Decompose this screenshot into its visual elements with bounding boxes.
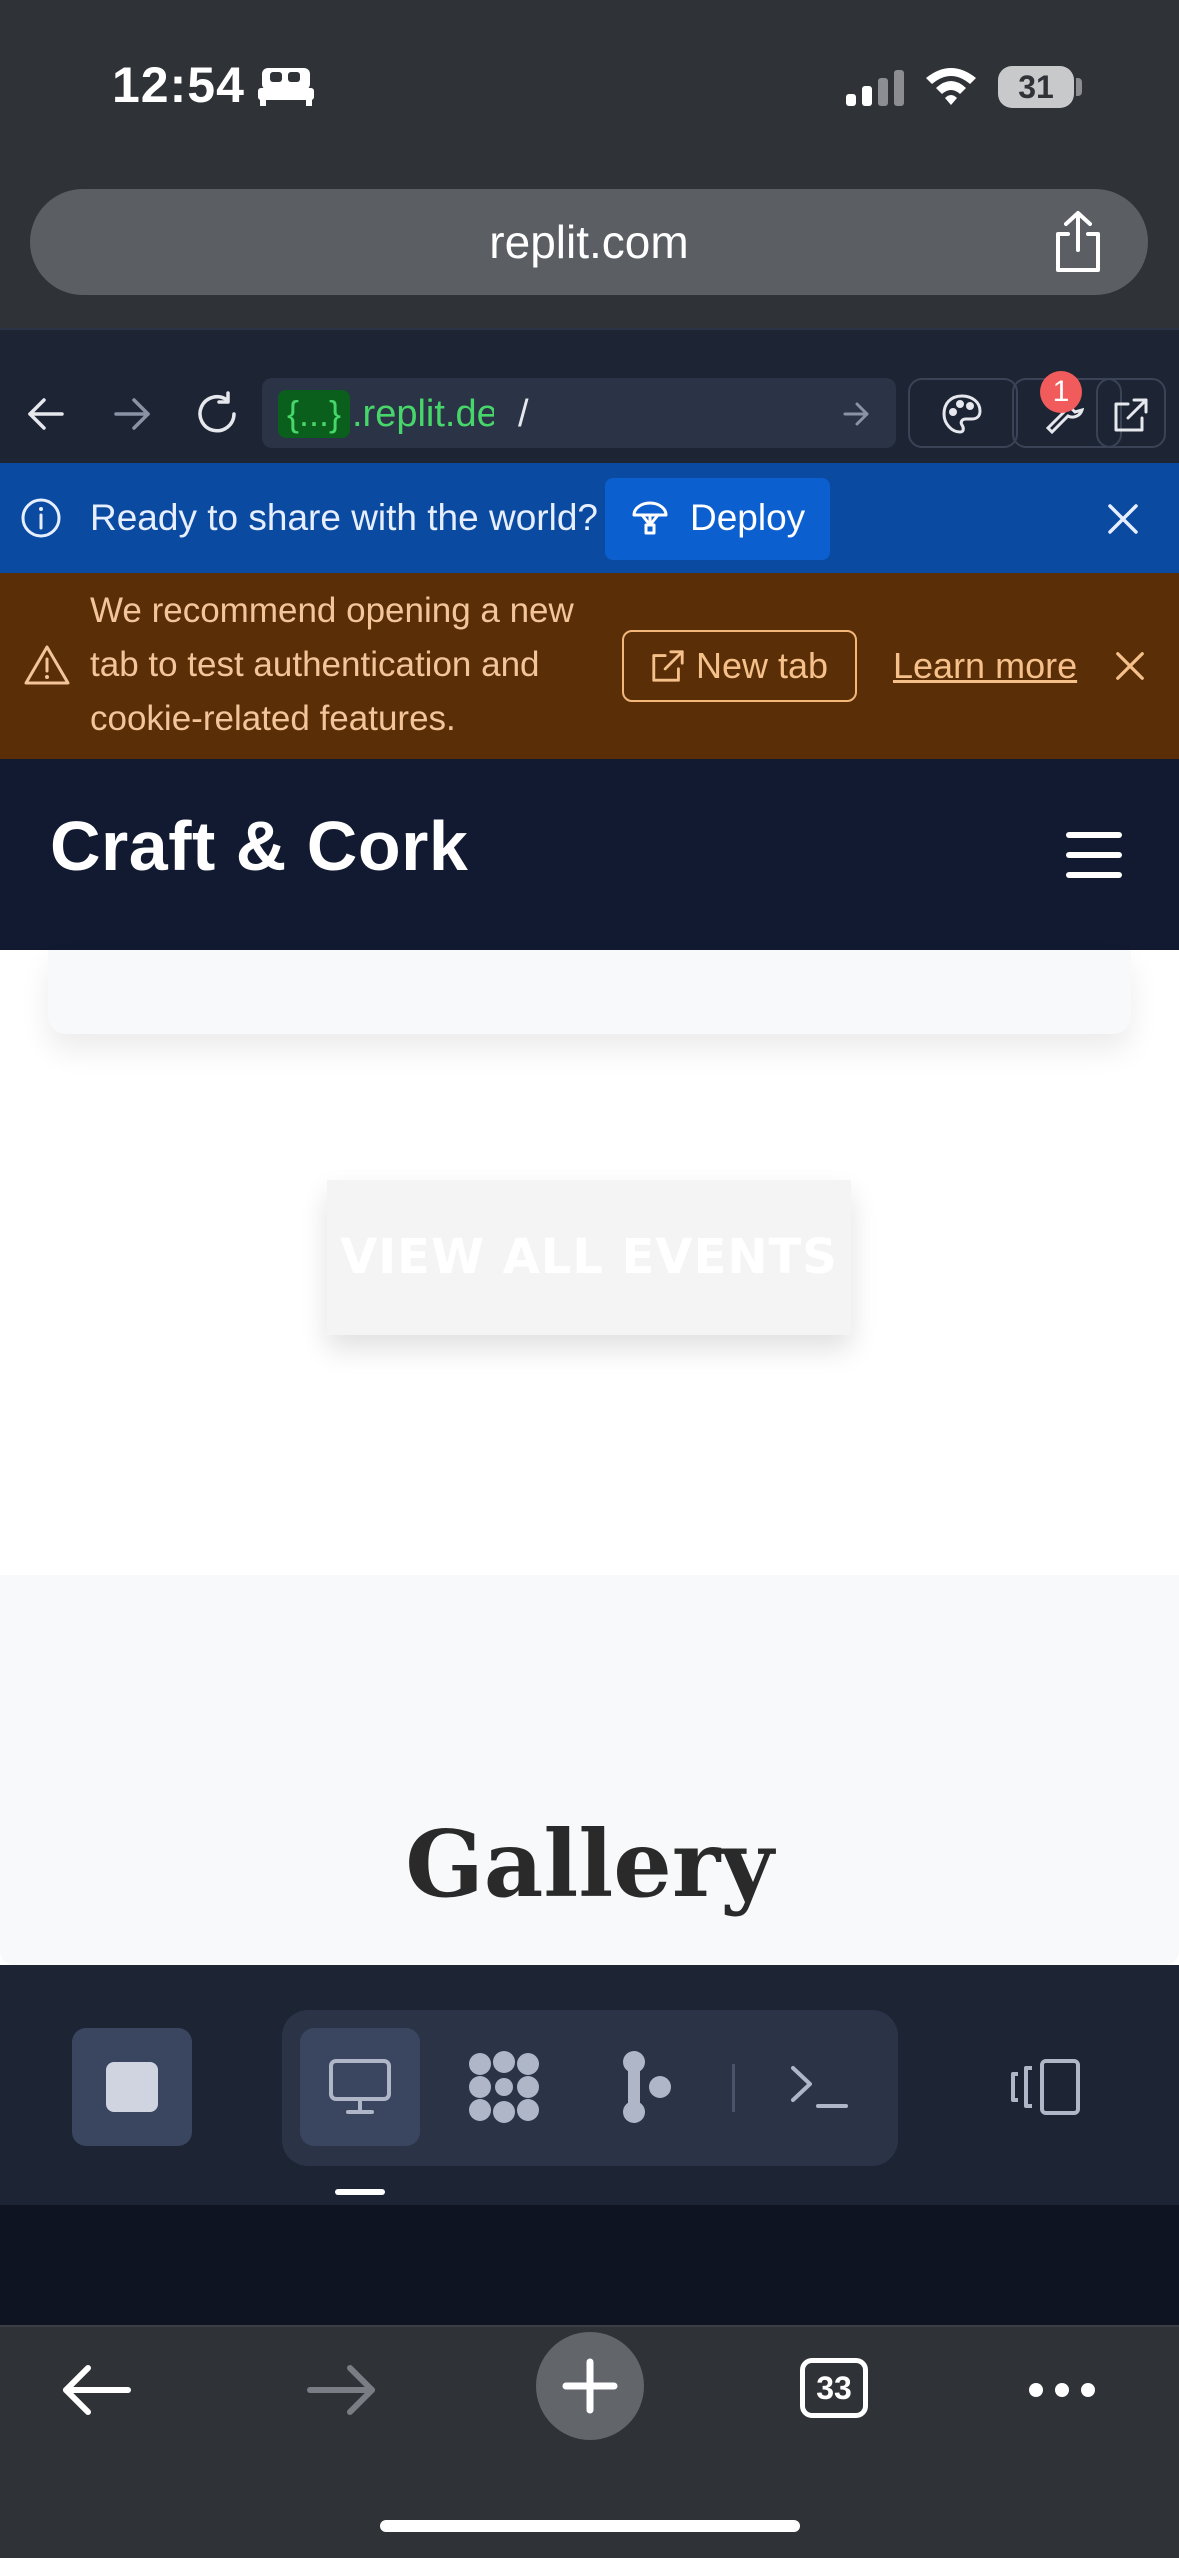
forward-arrow-icon[interactable]: [306, 2362, 378, 2418]
palette-icon: [940, 392, 984, 436]
close-icon[interactable]: [1106, 502, 1140, 536]
go-arrow-icon[interactable]: [842, 400, 870, 428]
view-all-events-label[interactable]: VIEW ALL EVENTS: [327, 1180, 851, 1335]
gallery-title: Gallery: [405, 1810, 774, 1918]
address-chip: {...}: [278, 390, 350, 438]
plus-icon: [562, 2358, 618, 2414]
new-tab-label[interactable]: New tab: [696, 640, 828, 692]
deploy-icon: [630, 499, 670, 539]
learn-more-link[interactable]: Learn more: [893, 640, 1077, 692]
git-icon[interactable]: [622, 2050, 672, 2124]
bed-icon: [258, 64, 314, 108]
battery-icon: 31: [998, 66, 1074, 108]
browser-url-text[interactable]: replit.com: [30, 189, 1148, 295]
signal-icon: [846, 70, 906, 110]
devices-icon[interactable]: [1010, 2058, 1082, 2116]
divider: [732, 2064, 735, 2112]
deploy-button-label[interactable]: Deploy: [690, 490, 805, 546]
more-icon[interactable]: [1026, 2380, 1098, 2400]
agent-icon[interactable]: [466, 2050, 542, 2124]
stop-icon: [106, 2062, 158, 2112]
battery-nub: [1076, 78, 1082, 96]
deploy-banner-text: Ready to share with the world?: [90, 497, 598, 538]
external-link-icon: [650, 648, 686, 684]
address-host: .replit.de: [352, 393, 494, 435]
reload-icon[interactable]: [194, 391, 240, 437]
back-arrow-icon[interactable]: [26, 394, 66, 434]
close-icon[interactable]: [1114, 650, 1146, 682]
status-time: 12:54: [112, 57, 245, 113]
info-icon: [20, 497, 62, 539]
tabs-button[interactable]: 33: [800, 2358, 868, 2418]
shell-icon[interactable]: [790, 2062, 848, 2110]
wifi-icon: [924, 64, 978, 108]
share-icon[interactable]: [1050, 210, 1106, 274]
site-brand[interactable]: Craft & Cork: [50, 806, 468, 886]
devtools-badge: 1: [1040, 371, 1082, 413]
external-link-icon: [1112, 396, 1150, 434]
menu-icon[interactable]: [1066, 832, 1122, 878]
forward-arrow-icon[interactable]: [112, 394, 152, 434]
address-path[interactable]: /: [518, 390, 529, 438]
monitor-icon: [328, 2058, 392, 2116]
event-card: [48, 950, 1131, 1034]
back-arrow-icon[interactable]: [60, 2362, 132, 2418]
warning-icon: [24, 644, 70, 686]
home-indicator: [380, 2520, 800, 2532]
active-tab-indicator: [335, 2189, 385, 2195]
warning-text: We recommend opening a new tab to test a…: [90, 591, 574, 738]
dock-spacer: [0, 2205, 1179, 2325]
